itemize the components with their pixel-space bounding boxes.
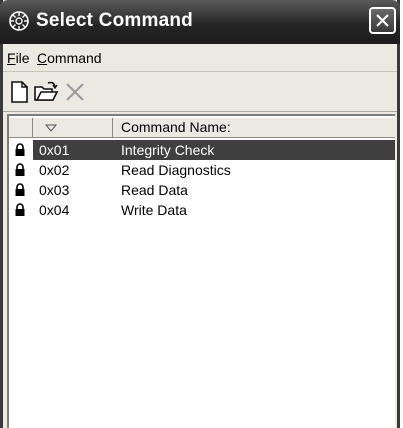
list-header: Command Name: bbox=[9, 118, 395, 138]
list-item[interactable]: 0x01 Integrity Check bbox=[9, 140, 395, 160]
column-header-icon[interactable] bbox=[9, 118, 33, 138]
list-item[interactable]: 0x02 Read Diagnostics bbox=[9, 160, 395, 180]
row-icon-cell bbox=[9, 180, 33, 200]
command-code: 0x04 bbox=[39, 202, 70, 218]
lock-icon bbox=[15, 183, 25, 196]
delete-button[interactable] bbox=[63, 79, 89, 105]
close-icon bbox=[376, 14, 389, 27]
column-header-command-name[interactable]: Command Name: bbox=[113, 118, 395, 138]
command-name: Read Data bbox=[121, 182, 188, 198]
command-name: Read Diagnostics bbox=[121, 162, 231, 178]
new-document-icon bbox=[11, 81, 28, 103]
list-item[interactable]: 0x04 Write Data bbox=[9, 200, 395, 220]
lock-icon bbox=[15, 143, 25, 156]
command-code: 0x01 bbox=[33, 140, 113, 160]
command-list[interactable]: Command Name: 0x01 Integrity Check 0x02 … bbox=[7, 114, 395, 428]
close-button[interactable] bbox=[369, 7, 396, 34]
menu-command-label: ommand bbox=[47, 50, 102, 66]
list-item[interactable]: 0x03 Read Data bbox=[9, 180, 395, 200]
new-button[interactable] bbox=[7, 79, 33, 105]
menu-file-label: ile bbox=[15, 50, 30, 66]
command-name: Integrity Check bbox=[113, 140, 395, 160]
lock-icon bbox=[15, 163, 25, 176]
menu-command-mnemonic: C bbox=[37, 50, 48, 66]
title-bar[interactable]: Select Command bbox=[0, 0, 400, 44]
select-command-window: Select Command File Command Command Name… bbox=[0, 0, 400, 428]
row-icon-cell bbox=[9, 200, 33, 220]
command-code: 0x03 bbox=[39, 182, 70, 198]
delete-icon bbox=[66, 83, 84, 101]
toolbar bbox=[3, 72, 397, 112]
row-icon-cell bbox=[9, 160, 33, 180]
lock-icon bbox=[15, 203, 25, 216]
sort-descending-icon bbox=[45, 124, 57, 132]
command-code: 0x02 bbox=[39, 162, 70, 178]
menu-file-mnemonic: F bbox=[7, 50, 16, 66]
column-header-code[interactable] bbox=[33, 118, 113, 138]
window-title: Select Command bbox=[36, 10, 193, 31]
gear-icon bbox=[8, 10, 30, 32]
menu-command[interactable]: Command bbox=[37, 50, 102, 66]
menu-bar: File Command bbox=[3, 44, 397, 72]
command-name: Write Data bbox=[121, 202, 187, 218]
open-button[interactable] bbox=[33, 79, 59, 105]
menu-file[interactable]: File bbox=[7, 50, 30, 66]
open-folder-icon bbox=[34, 81, 59, 101]
row-icon-cell bbox=[9, 140, 33, 160]
